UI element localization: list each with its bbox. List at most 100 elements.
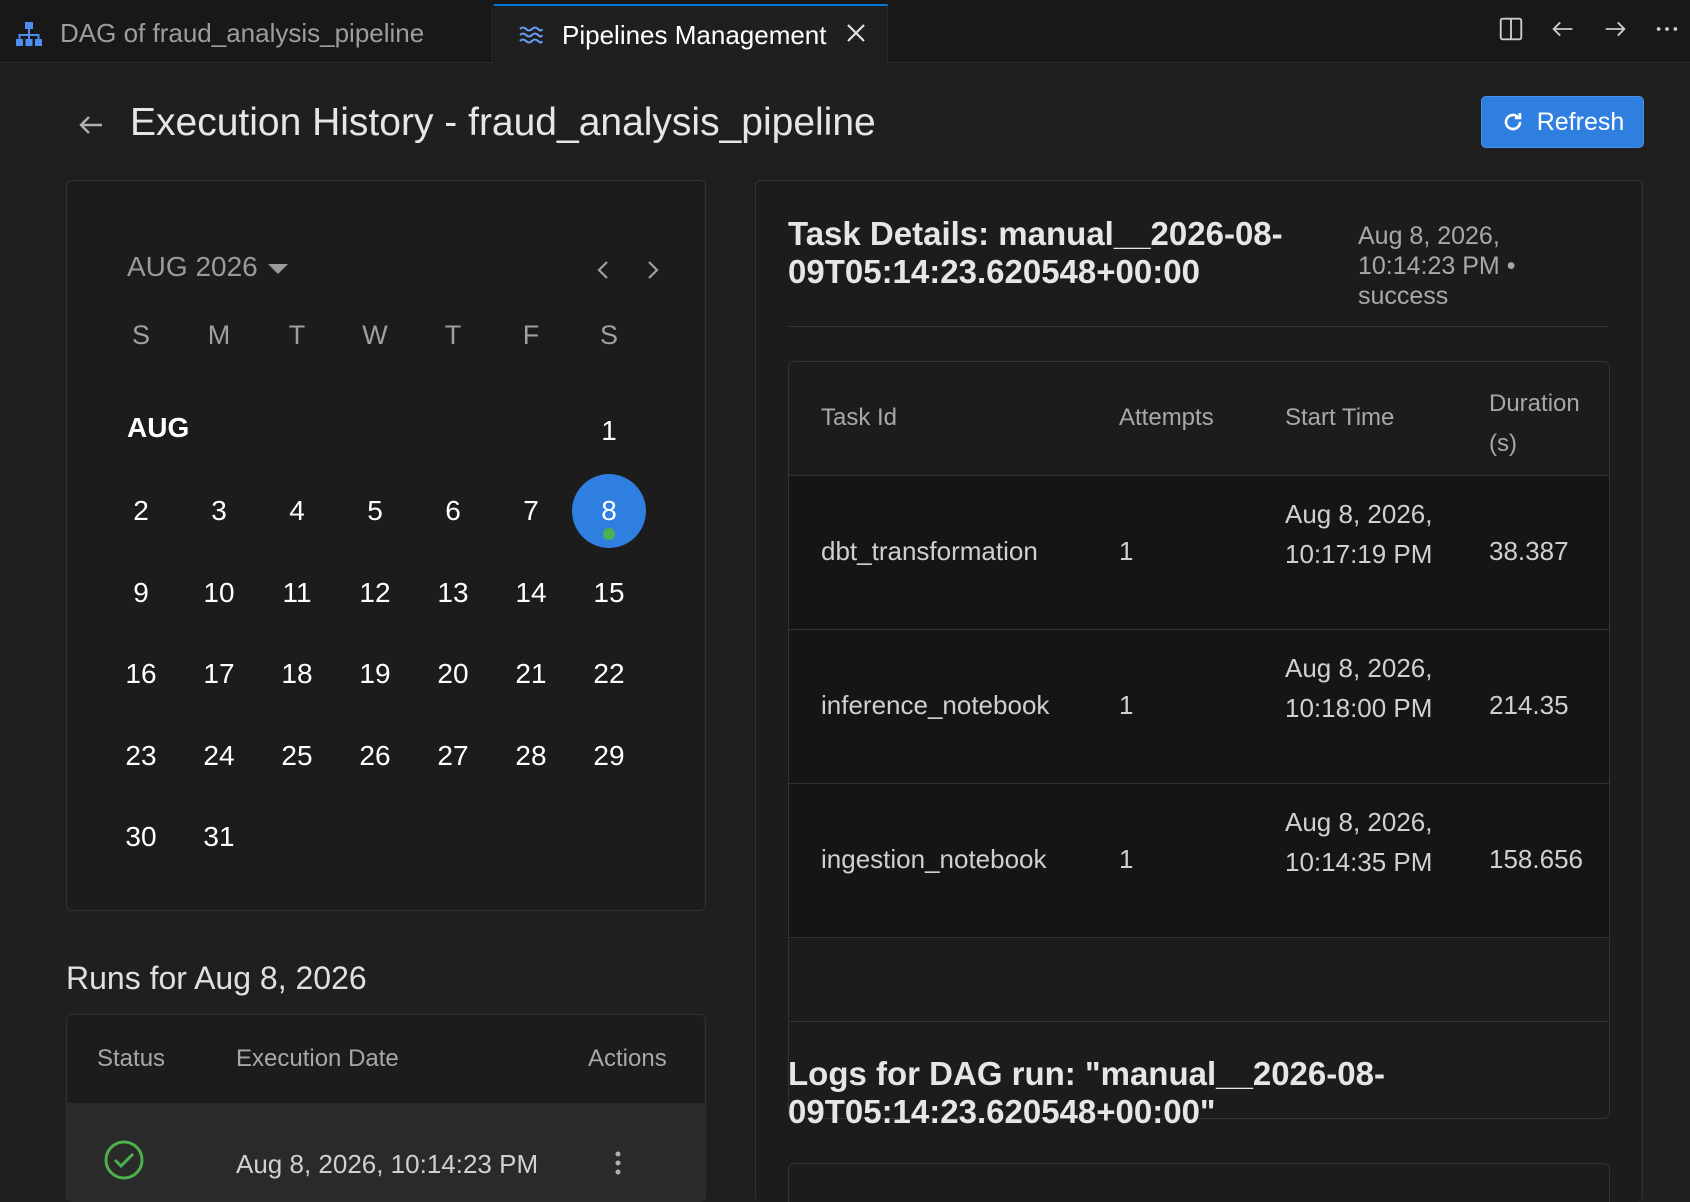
logs-table — [788, 1163, 1610, 1202]
calendar-day[interactable]: 11 — [260, 556, 334, 630]
task-attempts: 1 — [1119, 690, 1134, 720]
weekday-thu: T — [444, 320, 462, 350]
chevron-right-icon[interactable] — [639, 257, 665, 283]
editor-actions — [1496, 14, 1682, 44]
calendar-day[interactable]: 31 — [182, 800, 256, 874]
weekday-mon: M — [207, 320, 231, 350]
task-details-meta: Aug 8, 2026, 10:14:23 PM • success — [1358, 222, 1516, 310]
calendar-day[interactable]: 1 — [572, 394, 646, 468]
hierarchy-icon — [14, 19, 44, 49]
more-actions-icon[interactable] — [1652, 14, 1682, 44]
col-task-id: Task Id — [821, 404, 898, 431]
success-check-icon — [103, 1139, 145, 1181]
calendar-day[interactable]: 4 — [260, 474, 334, 548]
arrow-right-icon[interactable] — [1600, 14, 1630, 44]
calendar-day[interactable]: 14 — [494, 556, 568, 630]
task-id: inference_notebook — [821, 690, 1050, 720]
runs-table: Status Execution Date Actions Aug 8, 202… — [66, 1014, 706, 1202]
calendar-day[interactable]: 3 — [182, 474, 256, 548]
calendar-day[interactable]: 7 — [494, 474, 568, 548]
tab-dag[interactable]: DAG of fraud_analysis_pipeline — [0, 4, 493, 63]
task-id: ingestion_notebook — [821, 844, 1047, 874]
calendar-day[interactable]: 2 — [104, 474, 178, 548]
task-details-panel: Task Details: manual__2026-08-09T05:14:2… — [755, 180, 1643, 1202]
calendar-day[interactable]: 18 — [260, 637, 334, 711]
calendar-day[interactable]: 21 — [494, 637, 568, 711]
task-duration: 158.656 — [1489, 844, 1583, 874]
run-indicator-dot — [603, 528, 615, 540]
editor-tab-bar: DAG of fraud_analysis_pipeline Pipelines… — [0, 0, 1690, 64]
task-start-time: Aug 8, 2026, 10:18:00 PM — [1285, 653, 1433, 723]
calendar-day[interactable]: 30 — [104, 800, 178, 874]
chevron-left-icon[interactable] — [591, 257, 617, 283]
calendar-day[interactable]: 13 — [416, 556, 490, 630]
weekday-fri: F — [522, 320, 540, 350]
refresh-icon — [1504, 113, 1522, 131]
logs-title: Logs for DAG run: "manual__2026-08-09T05… — [788, 1055, 1385, 1130]
waves-icon — [516, 20, 546, 50]
month-selector[interactable]: AUG 2026 — [127, 251, 288, 283]
table-row[interactable]: Aug 8, 2026, 10:14:23 PM — [67, 1103, 705, 1202]
month-short-label: AUG — [127, 412, 190, 443]
table-row[interactable]: dbt_transformation 1 Aug 8, 2026, 10:17:… — [789, 476, 1609, 630]
calendar-day-selected[interactable]: 8 — [572, 474, 646, 548]
refresh-label: Refresh — [1536, 107, 1625, 136]
tasks-table: Task Id Attempts Start Time Duration (s)… — [788, 361, 1610, 1119]
calendar-day[interactable]: 6 — [416, 474, 490, 548]
page-title: Execution History - fraud_analysis_pipel… — [130, 101, 876, 144]
task-id: dbt_transformation — [821, 536, 1038, 566]
tab-dag-label: DAG of fraud_analysis_pipeline — [60, 18, 425, 48]
calendar: AUG 2026 S M T W T F S AUG 1 2 3 4 5 6 7 8 9 10 11… — [66, 180, 706, 911]
divider — [788, 326, 1608, 327]
table-row[interactable]: ingestion_notebook 1 Aug 8, 2026, 10:14:… — [789, 784, 1609, 938]
task-duration: 38.387 — [1489, 536, 1569, 566]
task-attempts: 1 — [1119, 536, 1134, 566]
arrow-left-icon[interactable] — [1548, 14, 1578, 44]
caret-down-icon — [267, 264, 288, 274]
calendar-day[interactable]: 10 — [182, 556, 256, 630]
calendar-day[interactable]: 16 — [104, 637, 178, 711]
calendar-day[interactable]: 24 — [182, 719, 256, 793]
close-icon[interactable] — [843, 20, 869, 46]
refresh-button[interactable]: Refresh — [1481, 96, 1644, 148]
weekday-sun: S — [131, 320, 150, 350]
calendar-day[interactable]: 15 — [572, 556, 646, 630]
split-editor-icon[interactable] — [1496, 14, 1526, 44]
divider — [788, 1021, 1608, 1022]
col-attempts: Attempts — [1119, 404, 1214, 431]
task-start-time: Aug 8, 2026, 10:14:35 PM — [1285, 807, 1433, 877]
more-vertical-icon[interactable] — [606, 1147, 630, 1179]
col-start-time: Start Time — [1285, 404, 1395, 431]
col-duration: Duration (s) — [1489, 390, 1580, 457]
run-execution-date: Aug 8, 2026, 10:14:23 PM — [236, 1149, 539, 1179]
calendar-day[interactable]: 27 — [416, 719, 490, 793]
task-start-time: Aug 8, 2026, 10:17:19 PM — [1285, 499, 1433, 569]
runs-table-header: Status Execution Date Actions — [67, 1015, 705, 1103]
calendar-day[interactable]: 19 — [338, 637, 412, 711]
calendar-day[interactable]: 28 — [494, 719, 568, 793]
calendar-day[interactable]: 17 — [182, 637, 256, 711]
task-attempts: 1 — [1119, 844, 1134, 874]
col-actions: Actions — [588, 1045, 667, 1072]
tab-pipelines-management[interactable]: Pipelines Management — [494, 4, 888, 64]
task-duration: 214.35 — [1489, 690, 1569, 720]
runs-title: Runs for Aug 8, 2026 — [66, 960, 367, 996]
calendar-day[interactable]: 9 — [104, 556, 178, 630]
tasks-table-header: Task Id Attempts Start Time Duration (s) — [789, 362, 1609, 476]
calendar-day[interactable]: 5 — [338, 474, 412, 548]
month-label: AUG 2026 — [127, 251, 258, 282]
calendar-day[interactable]: 23 — [104, 719, 178, 793]
calendar-day[interactable]: 29 — [572, 719, 646, 793]
calendar-day[interactable]: 20 — [416, 637, 490, 711]
weekday-tue: T — [288, 320, 306, 350]
back-arrow-icon[interactable] — [76, 110, 106, 140]
col-execution-date: Execution Date — [236, 1045, 399, 1072]
weekday-sat: S — [599, 320, 618, 350]
task-details-title: Task Details: manual__2026-08-09T05:14:2… — [788, 215, 1283, 290]
calendar-day[interactable]: 26 — [338, 719, 412, 793]
col-status: Status — [97, 1045, 166, 1072]
calendar-day[interactable]: 25 — [260, 719, 334, 793]
table-row[interactable]: inference_notebook 1 Aug 8, 2026, 10:18:… — [789, 630, 1609, 784]
calendar-day[interactable]: 22 — [572, 637, 646, 711]
calendar-day[interactable]: 12 — [338, 556, 412, 630]
